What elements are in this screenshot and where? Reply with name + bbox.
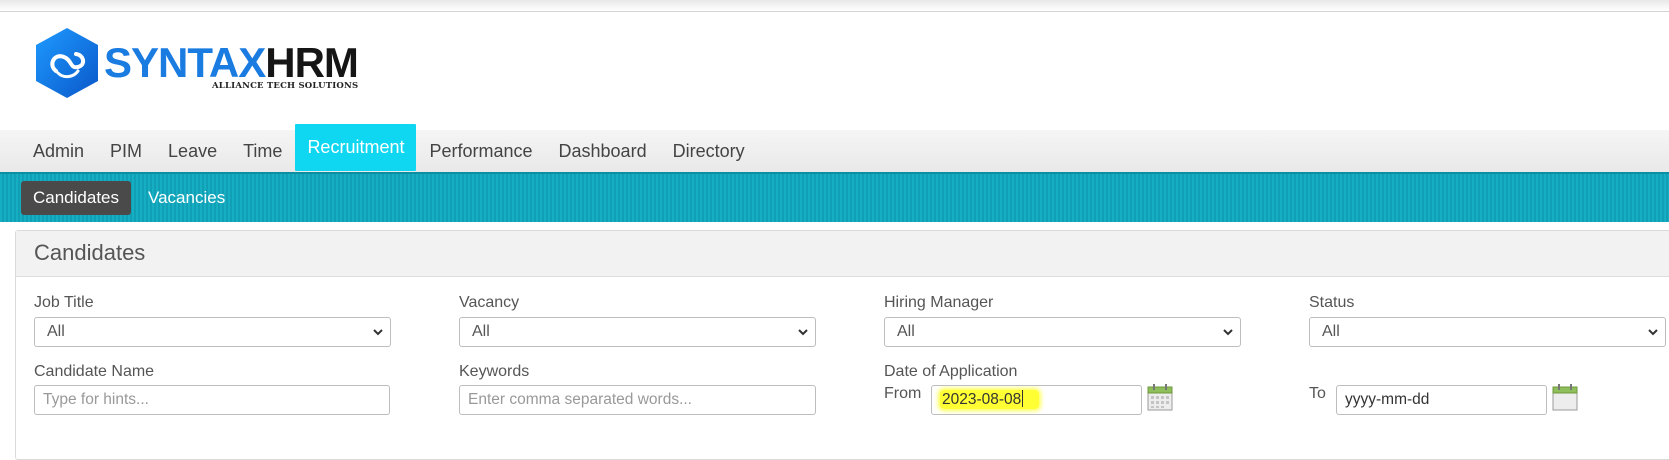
chevron-down-icon — [1648, 329, 1658, 336]
header: SYNTAXHRM ALLIANCE TECH SOLUTIONS — [0, 12, 1669, 130]
date-from-value-highlight: 2023-08-08 — [940, 390, 1040, 409]
subnav-vacancies[interactable]: Vacancies — [136, 181, 237, 215]
logo-wordmark: SYNTAXHRM — [104, 39, 359, 86]
candidate-name-placeholder: Type for hints... — [43, 391, 149, 408]
job-title-label: Job Title — [34, 294, 94, 311]
status-label: Status — [1309, 294, 1355, 311]
nav-admin[interactable]: Admin — [20, 130, 97, 172]
text-cursor — [1022, 390, 1024, 407]
nav-pim[interactable]: PIM — [97, 130, 155, 172]
date-to-label: To — [1309, 385, 1326, 402]
date-to-placeholder: yyyy-mm-dd — [1345, 391, 1430, 408]
keywords-placeholder: Enter comma separated words... — [468, 391, 692, 408]
vacancy-select-value: All — [472, 323, 490, 340]
job-title-select[interactable]: All — [34, 317, 391, 347]
chevron-down-icon — [1223, 329, 1233, 336]
logo-hexagon-icon — [36, 28, 98, 98]
candidate-name-label: Candidate Name — [34, 363, 155, 380]
candidates-search-panel: Candidates Job Title Vacancy Hiring Mana… — [15, 230, 1669, 460]
date-from-value: 2023-08-08 — [942, 391, 1022, 408]
panel-title: Candidates — [16, 231, 1669, 277]
chevron-down-icon — [798, 329, 808, 336]
nav-dashboard[interactable]: Dashboard — [546, 130, 660, 172]
vacancy-select[interactable]: All — [459, 317, 816, 347]
browser-top-strip — [0, 0, 1669, 12]
sub-navigation: Candidates Vacancies — [0, 172, 1669, 222]
calendar-icon[interactable] — [1552, 383, 1578, 411]
date-from-input[interactable]: 2023-08-08 — [931, 385, 1142, 415]
nav-performance[interactable]: Performance — [416, 130, 545, 172]
nav-time[interactable]: Time — [230, 130, 295, 172]
keywords-label: Keywords — [459, 363, 530, 380]
calendar-icon[interactable] — [1147, 383, 1173, 411]
status-select[interactable]: All — [1309, 317, 1666, 347]
hiring-manager-select-value: All — [897, 323, 915, 340]
date-of-application-label: Date of Application — [884, 363, 1018, 380]
date-from-label: From — [884, 385, 922, 402]
job-title-select-value: All — [47, 323, 65, 340]
logo-word-syntax: SYNTAX — [104, 39, 266, 86]
candidate-name-input[interactable]: Type for hints... — [34, 385, 390, 415]
date-to-input[interactable]: yyyy-mm-dd — [1336, 385, 1547, 415]
chevron-down-icon — [373, 329, 383, 336]
syntaxhrm-logo[interactable]: SYNTAXHRM ALLIANCE TECH SOLUTIONS — [34, 27, 359, 99]
vacancy-label: Vacancy — [459, 294, 520, 311]
hiring-manager-select[interactable]: All — [884, 317, 1241, 347]
main-navigation: Admin PIM Leave Time Recruitment Perform… — [0, 124, 1669, 172]
hiring-manager-label: Hiring Manager — [884, 294, 994, 311]
keywords-input[interactable]: Enter comma separated words... — [459, 385, 816, 415]
nav-recruitment[interactable]: Recruitment — [295, 124, 417, 171]
logo-tagline: ALLIANCE TECH SOLUTIONS — [212, 81, 359, 91]
nav-directory[interactable]: Directory — [660, 130, 758, 172]
nav-leave[interactable]: Leave — [155, 130, 230, 172]
subnav-candidates[interactable]: Candidates — [21, 181, 132, 215]
logo-text: SYNTAXHRM ALLIANCE TECH SOLUTIONS — [104, 39, 359, 92]
logo-word-hrm: HRM — [265, 39, 359, 86]
status-select-value: All — [1322, 323, 1340, 340]
